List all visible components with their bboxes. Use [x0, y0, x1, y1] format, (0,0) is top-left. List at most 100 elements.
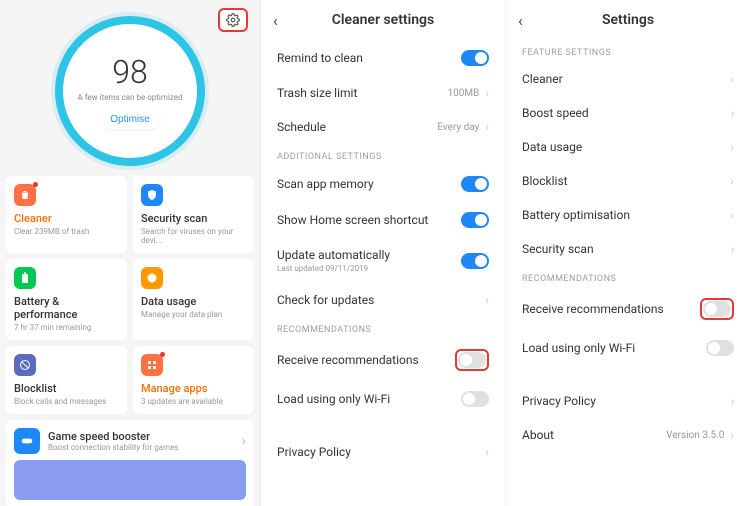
row-update-auto[interactable]: Update automatically Last updated 09/11/… [261, 238, 505, 283]
row-trash-size-limit[interactable]: Trash size limit 100MB › [261, 76, 505, 110]
card-security-scan[interactable]: Security scan Search for viruses on your… [133, 176, 254, 253]
card-sub: Clear 239MB of trash [14, 227, 119, 236]
row-data-usage[interactable]: Data usage › [506, 130, 750, 164]
booster-banner [14, 460, 246, 500]
card-title: Data usage [141, 295, 246, 308]
booster-title: Game speed booster [48, 430, 234, 443]
toggle[interactable] [703, 301, 731, 317]
card-title: Cleaner [14, 212, 119, 225]
row-wifi-only[interactable]: Load using only Wi-Fi [261, 381, 505, 417]
row-boost-speed[interactable]: Boost speed › [506, 96, 750, 130]
gear-icon [226, 13, 240, 27]
row-label: Battery optimisation [522, 208, 630, 222]
row-label: Load using only Wi-Fi [522, 341, 635, 355]
highlight-box [455, 349, 489, 371]
feature-grid: Cleaner Clear 239MB of trash Security sc… [6, 176, 254, 414]
toggle[interactable] [461, 391, 489, 407]
section-recommendations: RECOMMENDATIONS [261, 317, 505, 339]
card-title: Security scan [141, 212, 246, 225]
notification-dot [33, 182, 38, 187]
shield-icon [141, 184, 163, 206]
row-sub: Last updated 09/11/2019 [277, 264, 461, 273]
row-label: Receive recommendations [277, 353, 419, 367]
card-title: Battery & performance [14, 295, 119, 321]
toggle[interactable] [461, 176, 489, 192]
cleaner-settings-panel: ‹ Cleaner settings Remind to clean Trash… [260, 0, 505, 506]
card-game-booster[interactable]: Game speed booster Boost connection stab… [6, 420, 254, 506]
trash-icon [14, 184, 36, 206]
battery-icon [14, 267, 36, 289]
row-check-updates[interactable]: Check for updates › [261, 283, 505, 317]
row-security-scan[interactable]: Security scan › [506, 232, 750, 266]
chevron-right-icon: › [730, 428, 734, 442]
chevron-right-icon: › [485, 445, 489, 459]
page-title: Settings [518, 12, 738, 28]
header: ‹ Cleaner settings [261, 0, 505, 40]
row-home-shortcut[interactable]: Show Home screen shortcut [261, 202, 505, 238]
row-remind-to-clean[interactable]: Remind to clean [261, 40, 505, 76]
card-cleaner[interactable]: Cleaner Clear 239MB of trash [6, 176, 127, 253]
settings-panel: ‹ Settings FEATURE SETTINGS Cleaner › Bo… [505, 0, 750, 506]
card-data-usage[interactable]: Data usage Manage your data plan [133, 259, 254, 340]
row-cleaner[interactable]: Cleaner › [506, 62, 750, 96]
chevron-right-icon: › [730, 242, 734, 256]
chevron-right-icon: › [730, 140, 734, 154]
settings-button[interactable] [218, 8, 248, 32]
row-blocklist[interactable]: Blocklist › [506, 164, 750, 198]
page-title: Cleaner settings [273, 12, 493, 28]
chevron-right-icon: › [485, 86, 489, 100]
highlight-box [700, 298, 734, 320]
toggle[interactable] [458, 352, 486, 368]
card-blocklist[interactable]: Blocklist Block calls and messages [6, 346, 127, 414]
security-home-panel: 98 A few items can be optimized Optimise… [0, 0, 260, 506]
apps-icon [141, 354, 163, 376]
row-battery-optimisation[interactable]: Battery optimisation › [506, 198, 750, 232]
row-label: Data usage [522, 140, 582, 154]
toggle[interactable] [461, 253, 489, 269]
row-label: Check for updates [277, 293, 374, 307]
chevron-right-icon: › [730, 72, 734, 86]
toggle[interactable] [461, 212, 489, 228]
score-dial-container: 98 A few items can be optimized Optimise [6, 16, 254, 166]
card-sub: Manage your data plan [141, 310, 246, 319]
row-label: Privacy Policy [277, 445, 351, 459]
row-value: Version 3.5.0 [666, 430, 724, 441]
row-schedule[interactable]: Schedule Every day › [261, 110, 505, 144]
chevron-right-icon: › [730, 394, 734, 408]
optimise-button[interactable]: Optimise [100, 110, 159, 129]
row-about[interactable]: About Version 3.5.0 › [506, 418, 750, 452]
row-label: Show Home screen shortcut [277, 213, 428, 227]
card-sub: Search for viruses on your devi... [141, 227, 246, 245]
score-value: 98 [112, 53, 148, 91]
row-label: Privacy Policy [522, 394, 596, 408]
score-subtext: A few items can be optimized [78, 93, 183, 102]
card-manage-apps[interactable]: Manage apps 3 updates are available [133, 346, 254, 414]
row-wifi-only[interactable]: Load using only Wi-Fi [506, 330, 750, 366]
row-label: About [522, 428, 554, 442]
row-label: Load using only Wi-Fi [277, 392, 390, 406]
row-receive-recommendations[interactable]: Receive recommendations [506, 288, 750, 330]
row-privacy-policy[interactable]: Privacy Policy › [506, 384, 750, 418]
row-label: Trash size limit [277, 86, 357, 100]
section-additional: ADDITIONAL SETTINGS [261, 144, 505, 166]
card-sub: 7 hr 37 min remaining [14, 323, 119, 332]
row-privacy-policy[interactable]: Privacy Policy › [261, 435, 505, 469]
section-recommendations: RECOMMENDATIONS [506, 266, 750, 288]
chevron-right-icon: › [730, 174, 734, 188]
row-receive-recommendations[interactable]: Receive recommendations [261, 339, 505, 381]
row-label: Remind to clean [277, 51, 363, 65]
row-label: Cleaner [522, 72, 563, 86]
chevron-right-icon: › [242, 433, 246, 449]
card-title: Blocklist [14, 382, 119, 395]
row-label: Update automatically [277, 248, 461, 262]
header: ‹ Settings [506, 0, 750, 40]
booster-sub: Boost connection stability for games [48, 443, 234, 452]
card-battery[interactable]: Battery & performance 7 hr 37 min remain… [6, 259, 127, 340]
chevron-right-icon: › [730, 106, 734, 120]
row-label: Scan app memory [277, 177, 374, 191]
row-scan-app-memory[interactable]: Scan app memory [261, 166, 505, 202]
toggle[interactable] [706, 340, 734, 356]
toggle[interactable] [461, 50, 489, 66]
card-sub: Block calls and messages [14, 397, 119, 406]
chevron-right-icon: › [485, 293, 489, 307]
